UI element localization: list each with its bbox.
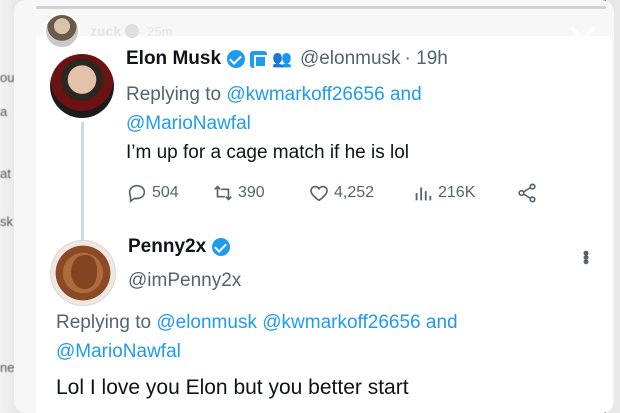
thread-connector-line (81, 122, 84, 254)
tweet-author-row: Penny2x (128, 236, 231, 258)
author-handle[interactable]: @elonmusk (300, 48, 401, 70)
tweet-text: Lol I love you Elon but you better start (56, 376, 409, 399)
mention-link[interactable]: @elonmusk (156, 312, 257, 333)
views-icon (415, 187, 432, 201)
tweet-thread-card: Elon Musk 👥 @elonmusk · 19h Replying to … (36, 36, 612, 413)
views-button[interactable]: 216K (412, 182, 516, 204)
people-icon: 👥 (272, 51, 292, 68)
retweet-button[interactable]: 390 (212, 182, 308, 204)
affiliate-badge-icon (250, 50, 268, 68)
more-options-icon[interactable]: ••• (576, 250, 596, 263)
author-name[interactable]: Elon Musk (126, 48, 221, 70)
reply-count: 504 (152, 184, 179, 201)
tweet-time: · 19h (404, 48, 448, 69)
tweet-text: I’m up for a cage match if he is lol (126, 142, 410, 163)
reply-button[interactable]: 504 (126, 182, 212, 204)
author-handle[interactable]: @imPenny2x (128, 270, 241, 292)
reply-icon (128, 184, 146, 203)
mention-link[interactable]: @MarioNawfal (126, 113, 251, 134)
background-text: ou (0, 70, 15, 85)
mention-link[interactable]: @kwmarkoff26656 (226, 84, 384, 105)
author-name[interactable]: Penny2x (128, 236, 206, 258)
replying-to-label: Replying to (126, 84, 227, 105)
replying-to-label: Replying to (56, 312, 157, 333)
background-text: a (0, 104, 8, 119)
view-count: 216K (438, 184, 476, 201)
verified-badge-icon (212, 238, 231, 256)
background-text: at (0, 166, 11, 181)
avatar[interactable] (44, 13, 80, 49)
story-viewer: Elon Musk 👥 @elonmusk · 19h Replying to … (14, 0, 614, 413)
mention-link[interactable]: @MarioNawfal (56, 341, 181, 362)
penny-profile-shape (71, 255, 97, 289)
tweet-author-row: Elon Musk 👥 @elonmusk · 19h (126, 48, 448, 70)
like-button[interactable]: 4,252 (308, 182, 412, 204)
mention-link[interactable]: @kwmarkoff26656 (262, 312, 420, 333)
story-header: zuck 25m (44, 13, 173, 49)
share-icon (518, 183, 536, 203)
replying-to-and: and (384, 84, 422, 105)
tweet-actions: 504 390 4,252 216K (126, 180, 596, 206)
verified-badge-icon (227, 50, 246, 68)
story-progress-bar (36, 6, 606, 9)
replying-to: Replying to @elonmusk @kwmarkoff26656 an… (56, 308, 596, 366)
background-text: ne (0, 360, 15, 375)
heart-icon (310, 185, 328, 202)
background-text: sk (0, 214, 13, 229)
verified-badge-icon (125, 24, 140, 38)
retweet-count: 390 (238, 184, 265, 201)
replying-to: Replying to @kwmarkoff26656 and @MarioNa… (126, 80, 586, 138)
close-button[interactable] (566, 22, 600, 56)
story-username[interactable]: zuck (90, 23, 121, 39)
retweet-icon (214, 185, 232, 201)
avatar[interactable] (50, 240, 116, 306)
story-time: 25m (147, 23, 173, 39)
like-count: 4,252 (334, 184, 375, 201)
replying-to-and: and (420, 312, 458, 333)
avatar[interactable] (50, 54, 114, 118)
close-icon (570, 26, 596, 52)
share-button[interactable] (516, 182, 546, 204)
